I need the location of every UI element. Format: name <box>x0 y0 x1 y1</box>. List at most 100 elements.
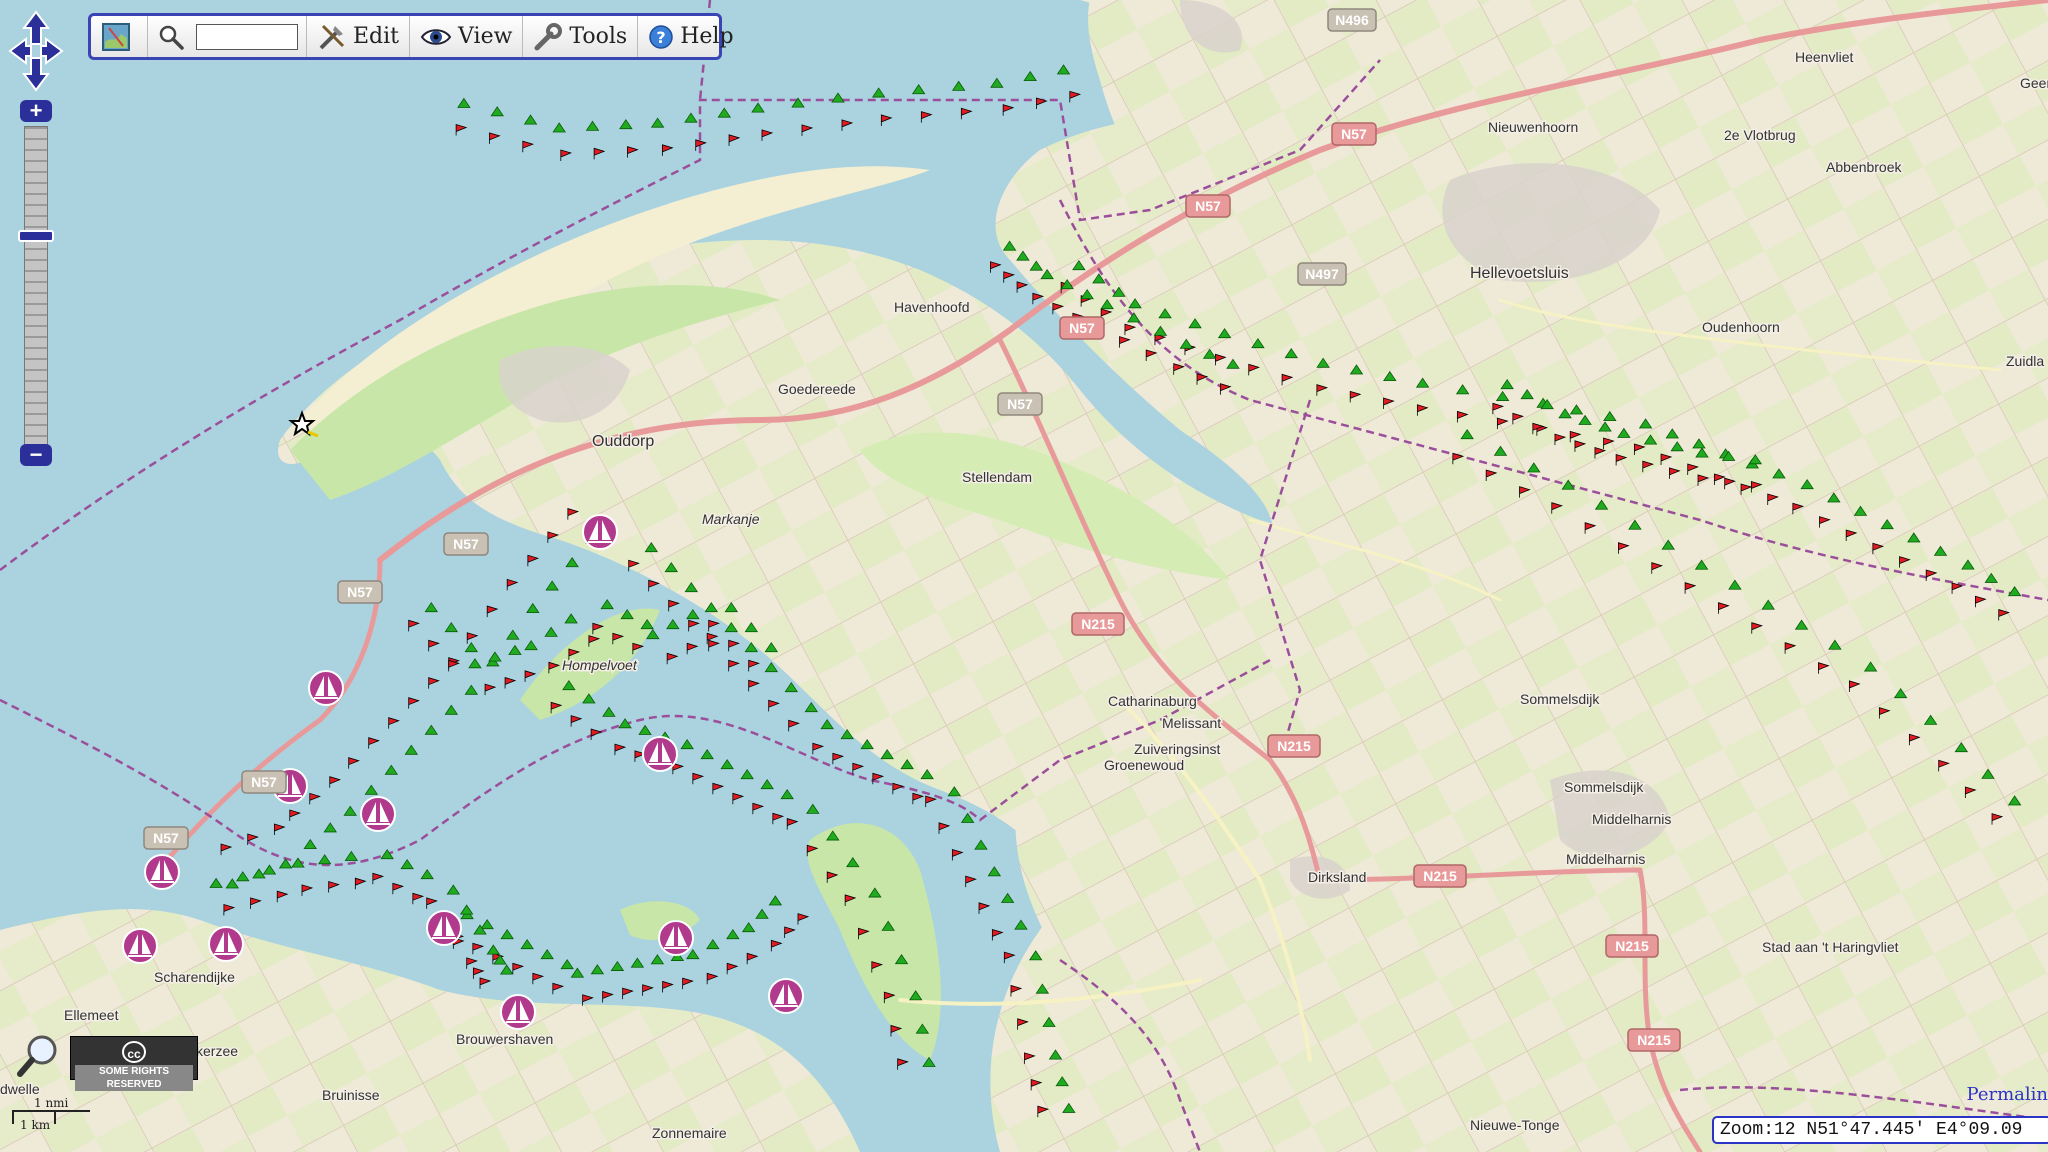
magnifier-icon[interactable] <box>16 1032 62 1078</box>
place-label: Middelharnis <box>1592 811 1671 827</box>
harbour-icon <box>658 920 694 956</box>
place-label: Nieuwenhoorn <box>1488 119 1578 135</box>
place-label: Bruinisse <box>322 1087 380 1103</box>
road-shield: N57 <box>997 392 1043 416</box>
eye-icon <box>420 28 452 45</box>
place-label: Oudenhoorn <box>1702 319 1780 335</box>
road-shield: N57 <box>1331 122 1377 146</box>
harbour-icon <box>360 796 396 832</box>
coordinate-readout: Zoom:12 N51°47.445' E4°09.09 <box>1712 1116 2048 1144</box>
road-shield: N57 <box>1185 194 1231 218</box>
road-shield: N215 <box>1627 1028 1681 1052</box>
main-toolbar: Edit View Tools ? Help <box>88 13 734 60</box>
harbour-icon <box>122 928 158 964</box>
road-shield: N57 <box>443 532 489 556</box>
place-label: Zonnemaire <box>652 1125 727 1141</box>
place-label: Goedereede <box>778 381 856 397</box>
tools-menu-label: Tools <box>569 24 628 49</box>
view-menu[interactable]: View <box>410 16 524 57</box>
harbour-icon <box>144 854 180 890</box>
zoom-rail[interactable] <box>24 126 48 446</box>
road-shield: N215 <box>1605 934 1659 958</box>
road-shield: N497 <box>1297 262 1347 286</box>
pan-control[interactable] <box>8 10 64 92</box>
place-label: Scharendijke <box>154 969 235 985</box>
search-icon[interactable] <box>158 24 184 50</box>
road-shield-label: N57 <box>153 830 179 846</box>
place-label: Heenvliet <box>1795 49 1853 65</box>
road-shield-label: N215 <box>1423 868 1457 884</box>
help-menu-label: Help <box>680 24 734 49</box>
road-shield-label: N57 <box>1007 396 1033 412</box>
harbour-icon <box>642 736 678 772</box>
map-icon <box>102 22 130 51</box>
road-shield-label: N496 <box>1335 12 1369 28</box>
road-shield-label: N215 <box>1637 1032 1671 1048</box>
road-shield: N57 <box>241 770 287 794</box>
place-label: Brouwershaven <box>456 1031 553 1047</box>
pan-arrows-icon[interactable] <box>8 10 64 92</box>
place-label: Catharinaburg <box>1108 693 1197 709</box>
road-shield-label: N215 <box>1081 616 1115 632</box>
place-label: Ellemeet <box>64 1007 119 1023</box>
place-label: Sommelsdijk <box>1564 779 1644 795</box>
view-menu-label: View <box>458 24 513 49</box>
place-label: Middelharnis <box>1566 851 1645 867</box>
place-label: Markanje <box>702 511 760 527</box>
place-label: Ouddorp <box>592 433 654 450</box>
place-label: dwelle <box>0 1081 40 1097</box>
harbour-icon <box>208 926 244 962</box>
place-label: Zuidla <box>2006 353 2044 369</box>
svg-text:?: ? <box>657 28 666 47</box>
zoom-control[interactable]: + − <box>18 100 54 472</box>
harbour-icon <box>768 978 804 1014</box>
search-group <box>148 16 307 57</box>
place-label: Hellevoetsluis <box>1470 265 1569 282</box>
place-label: 2e Vlotbrug <box>1724 127 1796 143</box>
place-label: Groenewoud <box>1104 757 1184 773</box>
road-shield-label: N215 <box>1277 738 1311 754</box>
permalink-link[interactable]: Permalin <box>1967 1084 2048 1105</box>
road-shield-label: N57 <box>1069 320 1095 336</box>
place-label: Geer <box>2020 75 2048 91</box>
harbour-icon <box>308 670 344 706</box>
road-shield: N496 <box>1327 8 1377 32</box>
road-shield-label: N57 <box>251 774 277 790</box>
place-label: Dirksland <box>1308 869 1366 885</box>
search-input[interactable] <box>196 23 298 50</box>
road-shield-label: N497 <box>1305 266 1339 282</box>
place-label: Havenhoofd <box>894 299 970 315</box>
road-shield: N215 <box>1267 734 1321 758</box>
cc-icon: cc <box>122 1041 146 1063</box>
harbour-icon <box>426 910 462 946</box>
place-label: Sommelsdijk <box>1520 691 1600 707</box>
harbour-icon <box>500 994 536 1030</box>
nautical-map[interactable]: Heenvliet Geer Nieuwenhoorn 2e Vlotbrug … <box>0 0 2048 1152</box>
road-shield-label: N57 <box>1341 126 1367 142</box>
scale-bar: 1 nmi 1 km <box>12 1096 92 1134</box>
wrench-icon <box>534 22 563 50</box>
edit-menu[interactable]: Edit <box>307 16 411 57</box>
road-shield: N57 <box>1059 316 1105 340</box>
place-label: Stad aan 't Haringvliet <box>1762 939 1899 955</box>
harbour-icon <box>582 514 618 550</box>
zoom-slider-handle[interactable] <box>18 230 54 242</box>
scale-label-nmi: 1 nmi <box>34 1096 69 1110</box>
zoom-in-button[interactable]: + <box>20 100 52 122</box>
map-button[interactable] <box>91 16 148 57</box>
license-text: SOME RIGHTS RESERVED <box>75 1065 193 1091</box>
place-label: Stellendam <box>962 469 1032 485</box>
tools-menu[interactable]: Tools <box>523 16 639 57</box>
road-shield-label: N215 <box>1615 938 1649 954</box>
place-label: kerzee <box>196 1043 238 1059</box>
road-shield: N215 <box>1071 612 1125 636</box>
license-badge[interactable]: cc SOME RIGHTS RESERVED <box>70 1036 198 1091</box>
place-label: Melissant <box>1162 715 1221 731</box>
road-shield: N215 <box>1413 864 1467 888</box>
road-shield: N57 <box>143 826 189 850</box>
help-menu[interactable]: ? Help <box>638 16 743 57</box>
place-label: Nieuwe-Tonge <box>1470 1117 1560 1133</box>
edit-menu-label: Edit <box>353 24 400 49</box>
zoom-out-button[interactable]: − <box>20 444 52 466</box>
road-shield-label: N57 <box>1195 198 1221 214</box>
